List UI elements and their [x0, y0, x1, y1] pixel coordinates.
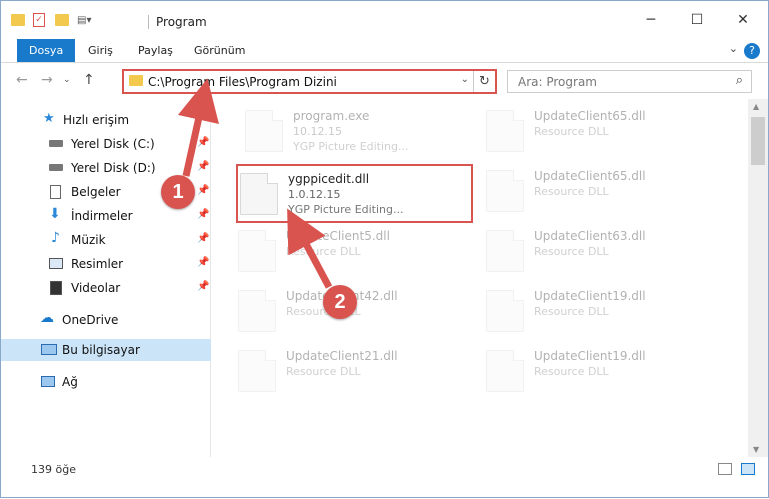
arrow-to-address — [177, 78, 219, 177]
step-1-badge: 1 — [161, 175, 195, 209]
annotation-arrows — [177, 78, 333, 289]
arrow-to-file — [287, 208, 333, 289]
explorer-window: ✓ ▤▾ Program ─ ☐ ✕ Dosya Giriş Paylaş Gö… — [0, 0, 769, 498]
step-2-badge: 2 — [323, 285, 357, 319]
